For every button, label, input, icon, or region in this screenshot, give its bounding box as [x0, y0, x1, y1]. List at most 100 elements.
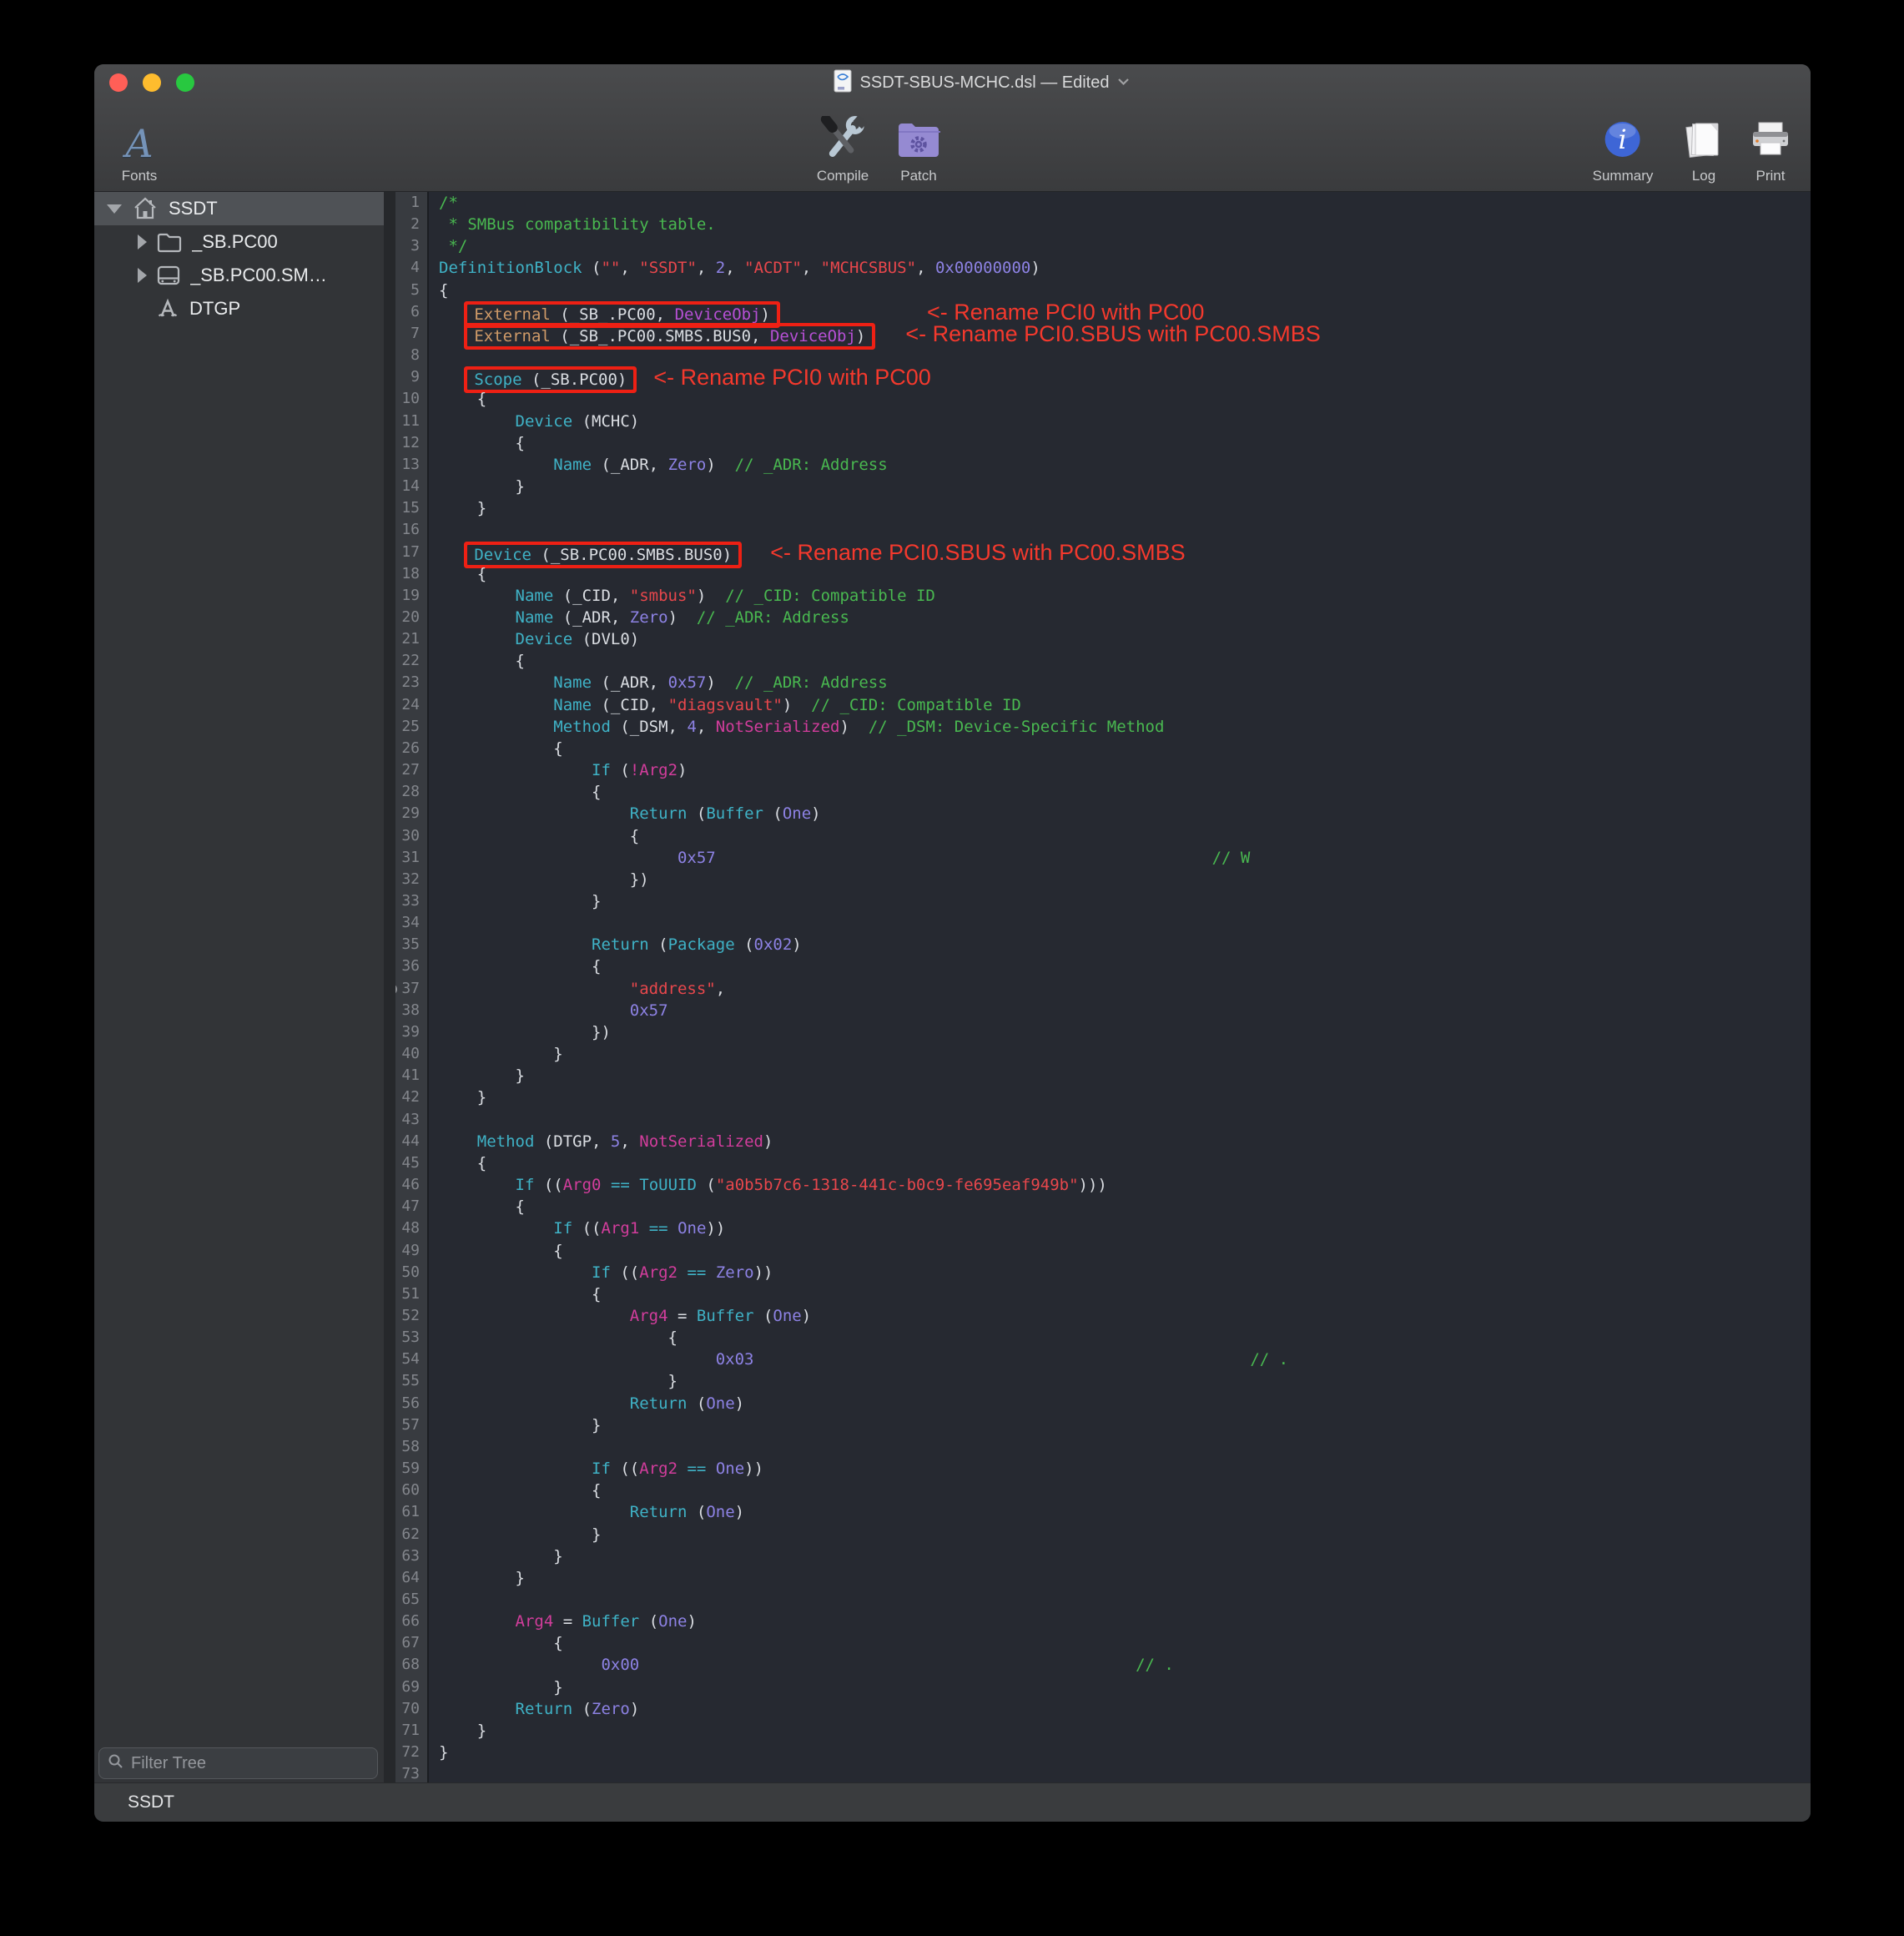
code-line[interactable]: 19 Name (_CID, "smbus") // _CID: Compati…: [395, 585, 1811, 607]
compile-button[interactable]: Compile: [817, 116, 869, 184]
close-button[interactable]: [109, 73, 128, 92]
code-text[interactable]: * SMBus compatibility table.: [429, 214, 716, 235]
code-text[interactable]: Name (_CID, "diagsvault") // _CID: Compa…: [429, 694, 1021, 716]
code-text[interactable]: }: [429, 1524, 601, 1545]
code-line[interactable]: 64 }: [395, 1567, 1811, 1589]
code-line[interactable]: 37 "address",: [395, 978, 1811, 1000]
code-text[interactable]: Scope (_SB.PC00)<- Rename PCI0 with PC00: [429, 366, 931, 388]
code-line[interactable]: 8: [395, 345, 1811, 366]
patch-button[interactable]: Patch: [897, 121, 940, 184]
code-line[interactable]: 33 }: [395, 890, 1811, 912]
log-button[interactable]: Log: [1683, 119, 1725, 184]
code-text[interactable]: "address",: [429, 978, 725, 1000]
code-line[interactable]: 60 {: [395, 1480, 1811, 1501]
code-line[interactable]: 9 Scope (_SB.PC00)<- Rename PCI0 with PC…: [395, 366, 1811, 388]
disclosure-triangle-icon[interactable]: [138, 268, 147, 283]
code-text[interactable]: }): [429, 1021, 611, 1043]
code-line[interactable]: 52 Arg4 = Buffer (One): [395, 1305, 1811, 1327]
code-text[interactable]: Return (Zero): [429, 1698, 639, 1720]
code-text[interactable]: Method (_DSM, 4, NotSerialized) // _DSM:…: [429, 716, 1164, 738]
code-line[interactable]: 2 * SMBus compatibility table.: [395, 214, 1811, 235]
code-line[interactable]: 71 }: [395, 1720, 1811, 1742]
code-text[interactable]: }: [429, 1043, 563, 1065]
code-line[interactable]: 59 If ((Arg2 == One)): [395, 1458, 1811, 1480]
code-text[interactable]: 0x00 // .: [429, 1654, 1174, 1676]
title-chevron-icon[interactable]: [1117, 75, 1130, 90]
code-text[interactable]: }: [429, 1676, 563, 1698]
minimize-button[interactable]: [143, 73, 161, 92]
filter-tree-field[interactable]: [98, 1747, 378, 1779]
code-text[interactable]: }: [429, 1742, 448, 1763]
code-text[interactable]: */: [429, 235, 467, 257]
code-text[interactable]: }): [429, 869, 649, 890]
code-line[interactable]: 58: [395, 1436, 1811, 1458]
summary-button[interactable]: i Summary: [1593, 119, 1654, 184]
code-text[interactable]: }: [429, 1720, 486, 1742]
code-text[interactable]: [429, 1763, 439, 1782]
code-line[interactable]: 53 {: [395, 1327, 1811, 1349]
code-line[interactable]: 41 }: [395, 1065, 1811, 1086]
code-text[interactable]: If ((Arg2 == Zero)): [429, 1262, 773, 1283]
code-text[interactable]: Name (_ADR, 0x57) // _ADR: Address: [429, 672, 888, 693]
code-line[interactable]: 24 Name (_CID, "diagsvault") // _CID: Co…: [395, 694, 1811, 716]
code-line[interactable]: 27 If (!Arg2): [395, 759, 1811, 781]
code-text[interactable]: Device (_SB.PC00.SMBS.BUS0)<- Rename PCI…: [429, 542, 1186, 563]
code-text[interactable]: 0x03 // .: [429, 1349, 1288, 1370]
code-line[interactable]: 3 */: [395, 235, 1811, 257]
code-line[interactable]: 39 }): [395, 1021, 1811, 1043]
code-line[interactable]: 34: [395, 912, 1811, 934]
code-line[interactable]: 51 {: [395, 1283, 1811, 1305]
code-line[interactable]: 40 }: [395, 1043, 1811, 1065]
code-line[interactable]: 28 {: [395, 781, 1811, 803]
sidebar-item--sb-pc00-sm-[interactable]: _SB.PC00.SM…: [94, 259, 384, 292]
code-line[interactable]: 15 }: [395, 497, 1811, 519]
code-text[interactable]: [429, 1109, 439, 1131]
code-text[interactable]: [429, 345, 439, 366]
code-text[interactable]: }: [429, 1065, 525, 1086]
disclosure-triangle-icon[interactable]: [138, 234, 147, 250]
code-text[interactable]: Device (MCHC): [429, 411, 639, 432]
sidebar-item-dtgp[interactable]: DTGP: [94, 292, 384, 325]
code-line[interactable]: 57 }: [395, 1414, 1811, 1436]
code-line[interactable]: 35 Return (Package (0x02): [395, 934, 1811, 955]
code-line[interactable]: 13 Name (_ADR, Zero) // _ADR: Address: [395, 454, 1811, 476]
code-text[interactable]: 0x57: [429, 1000, 668, 1021]
code-line[interactable]: 1/*: [395, 192, 1811, 214]
code-line[interactable]: 50 If ((Arg2 == Zero)): [395, 1262, 1811, 1283]
code-line[interactable]: 67 {: [395, 1632, 1811, 1654]
code-text[interactable]: {: [429, 1240, 563, 1262]
code-line[interactable]: 25 Method (_DSM, 4, NotSerialized) // _D…: [395, 716, 1811, 738]
code-text[interactable]: [429, 1589, 439, 1611]
code-text[interactable]: {: [429, 280, 448, 301]
code-line[interactable]: 43: [395, 1109, 1811, 1131]
print-button[interactable]: Print: [1750, 121, 1791, 184]
code-line[interactable]: 46 If ((Arg0 == ToUUID ("a0b5b7c6-1318-4…: [395, 1174, 1811, 1196]
code-line[interactable]: 42 }: [395, 1086, 1811, 1108]
code-line[interactable]: 38 0x57: [395, 1000, 1811, 1021]
filter-tree-input[interactable]: [131, 1754, 369, 1773]
code-text[interactable]: Return (One): [429, 1393, 744, 1414]
code-text[interactable]: }: [429, 497, 486, 519]
code-text[interactable]: Arg4 = Buffer (One): [429, 1305, 811, 1327]
code-text[interactable]: }: [429, 1567, 525, 1589]
code-line[interactable]: 61 Return (One): [395, 1501, 1811, 1523]
code-text[interactable]: {: [429, 563, 486, 585]
code-line[interactable]: 45 {: [395, 1152, 1811, 1174]
code-text[interactable]: }: [429, 1370, 677, 1392]
code-line[interactable]: 70 Return (Zero): [395, 1698, 1811, 1720]
code-line[interactable]: 68 0x00 // .: [395, 1654, 1811, 1676]
code-line[interactable]: 10 {: [395, 388, 1811, 410]
code-line[interactable]: 30 {: [395, 825, 1811, 847]
code-text[interactable]: {: [429, 1632, 563, 1654]
code-text[interactable]: If (!Arg2): [429, 759, 687, 781]
code-text[interactable]: {: [429, 1196, 525, 1218]
code-text[interactable]: Name (_ADR, Zero) // _ADR: Address: [429, 607, 849, 628]
code-line[interactable]: 23 Name (_ADR, 0x57) // _ADR: Address: [395, 672, 1811, 693]
code-text[interactable]: 0x57 // W: [429, 847, 1250, 869]
code-text[interactable]: Name (_CID, "smbus") // _CID: Compatible…: [429, 585, 935, 607]
code-text[interactable]: Method (DTGP, 5, NotSerialized): [429, 1131, 773, 1152]
code-text[interactable]: Return (Package (0x02): [429, 934, 802, 955]
code-text[interactable]: [429, 1436, 439, 1458]
code-line[interactable]: 55 }: [395, 1370, 1811, 1392]
code-editor[interactable]: 1/*2 * SMBus compatibility table.3 */4De…: [384, 192, 1811, 1782]
